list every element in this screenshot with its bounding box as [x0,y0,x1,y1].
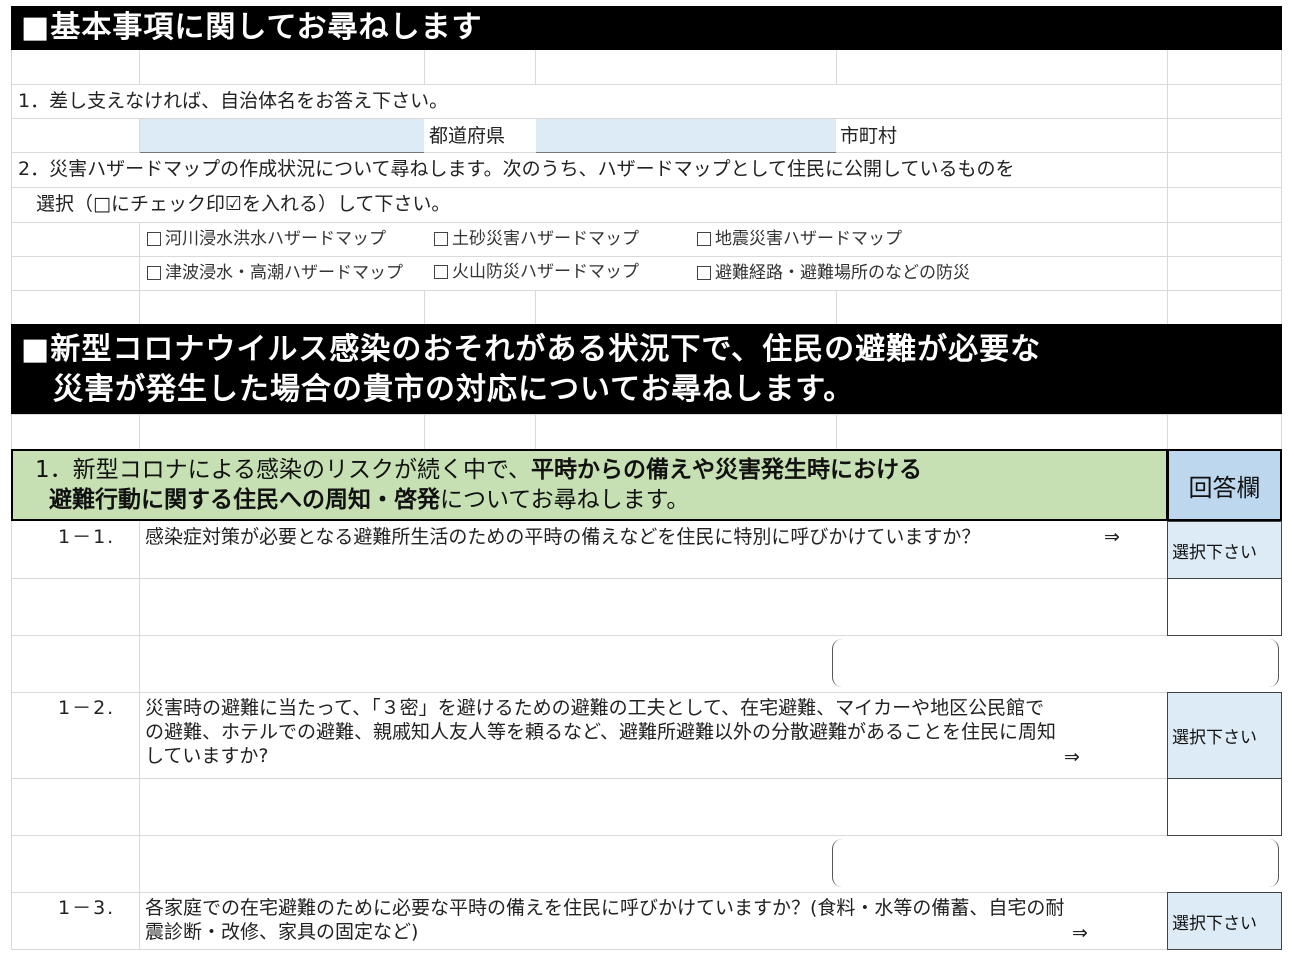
question-number: 1－2. [58,697,116,719]
question-hazard-map-line1: 2．災害ハザードマップの作成状況について尋ねします。次のうち、ハザードマップとし… [18,158,1015,180]
answer-extra-1-1[interactable] [1167,578,1282,636]
checkbox-label: 津波浸水・高潮ハザードマップ [165,263,403,283]
checkbox-volcano[interactable]: 火山防災ハザードマップ [434,261,639,283]
checkbox-earthquake[interactable]: 地震災害ハザードマップ [697,228,902,250]
group-header-text: についてお尋ねします。 [440,487,690,513]
free-text-bracket-1-2[interactable] [832,839,1279,887]
prefecture-input[interactable] [140,119,424,153]
question-text-line1: 各家庭での在宅避難のために必要な平時の備えを住民に呼びかけていますか？(食料・水… [145,897,1065,919]
checkbox-label: 火山防災ハザードマップ [452,262,639,282]
checkbox-square-icon [697,232,711,246]
checkbox-label: 地震災害ハザードマップ [715,229,902,249]
question-text-line2: の避難、ホテルでの避難、親戚知人友人等を頼るなど、避難所避難以外の分散避難がある… [145,721,1057,743]
checkbox-river-flood[interactable]: 河川浸水洪水ハザードマップ [147,228,386,250]
city-label: 市町村 [840,125,898,147]
question-text-line1: 災害時の避難に当たって、「３密」を避けるための避難の工夫として、在宅避難、マイカ… [145,697,1045,719]
question-group-header: 1．新型コロナによる感染のリスクが続く中で、平時からの備えや災害発生時における … [11,449,1168,521]
prefecture-label: 都道府県 [429,125,506,147]
question-text: 感染症対策が必要となる避難所生活のための平時の備えなどを住民に特別に呼びかけてい… [145,526,981,548]
question-text-line2: 震診断・改修、家具の固定など) [145,921,419,943]
group-header-emphasis: 避難行動に関する住民への周知・啓発 [49,487,440,513]
section-header-line1: ■新型コロナウイルス感染のおそれがある状況下で、住民の避難が必要な [21,332,1042,367]
answer-select-1-3[interactable]: 選択下さい [1167,892,1282,950]
checkbox-square-icon [434,265,448,279]
arrow-icon: ⇒ [1064,746,1080,768]
checkbox-label: 避難経路・避難場所のなどの防災 [715,263,970,283]
question-number: 1－1. [58,526,116,548]
checkbox-label: 河川浸水洪水ハザードマップ [165,229,386,249]
group-header-text: 1．新型コロナによる感染のリスクが続く中で、 [35,457,532,483]
question-text-line3: していますか? [145,745,269,767]
checkbox-square-icon [147,266,161,280]
checkbox-evacuation-route[interactable]: 避難経路・避難場所のなどの防災 [697,262,970,284]
checkbox-label: 土砂災害ハザードマップ [452,229,639,249]
checkbox-square-icon [147,232,161,246]
answer-column-header: 回答欄 [1167,449,1282,521]
question-municipality: 1．差し支えなければ、自治体名をお答え下さい。 [18,90,449,112]
checkbox-tsunami[interactable]: 津波浸水・高潮ハザードマップ [147,262,403,284]
answer-select-1-1[interactable]: 選択下さい [1167,521,1282,579]
section-header-basic: ■基本事項に関してお尋ねします [11,6,1282,50]
checkbox-landslide[interactable]: 土砂災害ハザードマップ [434,228,639,250]
section-header-covid: ■新型コロナウイルス感染のおそれがある状況下で、住民の避難が必要な 災害が発生し… [11,324,1282,414]
free-text-bracket-1-1[interactable] [832,639,1279,687]
arrow-icon: ⇒ [1072,922,1088,944]
arrow-icon: ⇒ [1104,526,1120,548]
section-header-line2: 災害が発生した場合の貴市の対応についてお尋ねします。 [53,372,855,407]
group-header-emphasis: 平時からの備えや災害発生時における [531,457,923,483]
question-hazard-map-line2: 選択（□にチェック印☑を入れる）して下さい。 [36,193,451,215]
city-input[interactable] [536,119,836,153]
checkbox-square-icon [697,266,711,280]
answer-select-1-2[interactable]: 選択下さい [1167,692,1282,779]
answer-extra-1-2[interactable] [1167,778,1282,836]
checkbox-square-icon [434,232,448,246]
question-number: 1－3. [58,897,116,919]
